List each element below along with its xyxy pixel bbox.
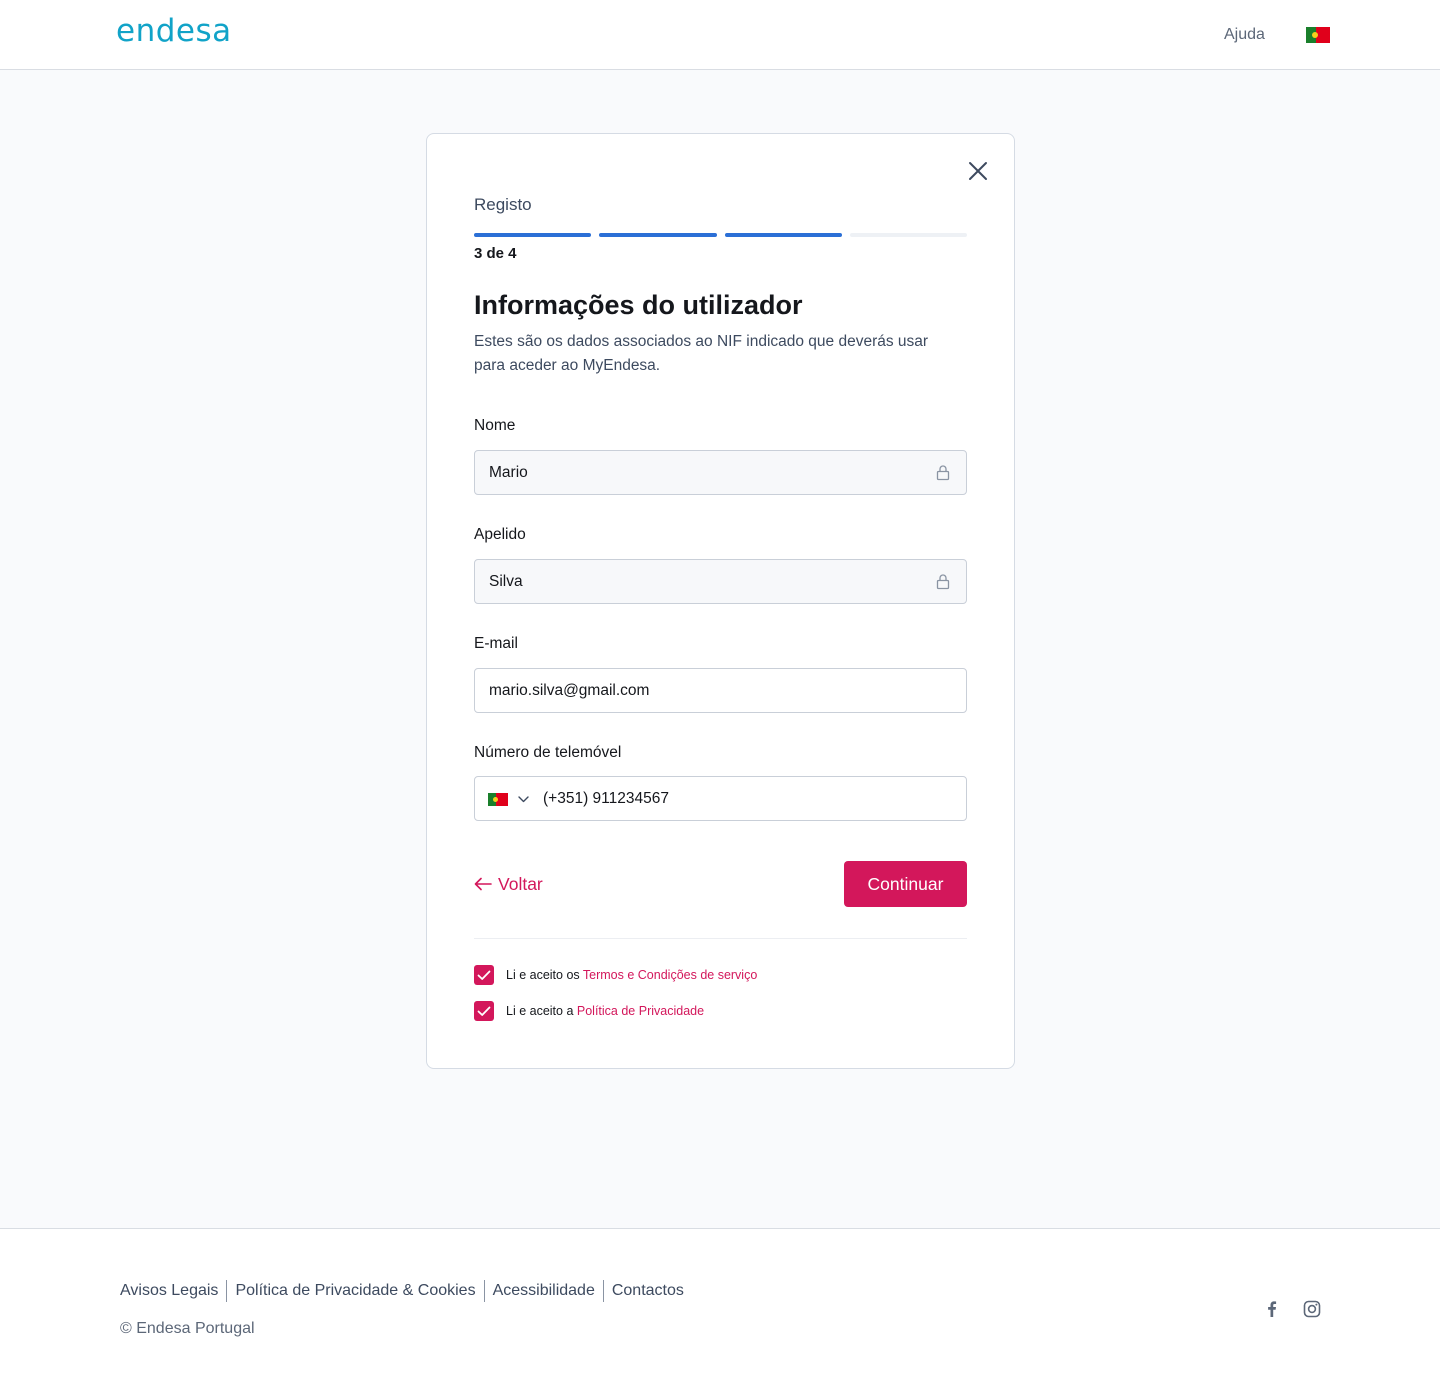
footer-link-legal[interactable]: Avisos Legais — [120, 1280, 218, 1302]
phone-field — [474, 776, 967, 821]
footer: Avisos Legais Política de Privacidade & … — [0, 1228, 1440, 1388]
form-description: Estes são os dados associados ao NIF ind… — [474, 333, 929, 374]
terms-prefix: Li e aceito os — [506, 968, 583, 982]
facebook-icon[interactable] — [1262, 1299, 1282, 1319]
copyright-text: © Endesa Portugal — [120, 1320, 255, 1337]
divider — [474, 938, 967, 939]
step-counter: 3 de 4 — [474, 245, 517, 262]
last-name-field — [474, 559, 967, 604]
terms-checkbox[interactable] — [474, 965, 494, 985]
privacy-text: Li e aceito a Política de Privacidade — [506, 1004, 704, 1018]
footer-link-accessibility[interactable]: Acessibilidade — [493, 1280, 595, 1302]
first-name-input[interactable] — [475, 451, 966, 494]
first-name-label: Nome — [474, 417, 516, 434]
arrow-left-icon — [474, 877, 492, 891]
privacy-consent-row: Li e aceito a Política de Privacidade — [474, 1001, 704, 1021]
lock-icon — [936, 574, 950, 590]
chevron-down-icon — [518, 795, 529, 802]
first-name-field — [474, 450, 967, 495]
footer-link-contacts[interactable]: Contactos — [612, 1280, 684, 1302]
email-input[interactable] — [475, 669, 966, 712]
email-field — [474, 668, 967, 713]
portugal-flag-icon — [488, 792, 508, 806]
footer-separator — [483, 1280, 485, 1302]
progress-segment-4 — [849, 233, 967, 237]
checkmark-icon — [477, 970, 491, 980]
terms-consent-row: Li e aceito os Termos e Condições de ser… — [474, 965, 757, 985]
last-name-input[interactable] — [475, 560, 966, 603]
checkmark-icon — [477, 1006, 491, 1016]
page-title: Informações do utilizador — [474, 290, 803, 320]
phone-label: Número de telemóvel — [474, 744, 622, 761]
close-icon[interactable] — [967, 160, 989, 182]
back-button[interactable]: Voltar — [474, 872, 543, 896]
email-label: E-mail — [474, 635, 518, 652]
progress-segment-1 — [474, 233, 592, 237]
continue-button[interactable]: Continuar — [844, 861, 967, 907]
back-button-label: Voltar — [498, 873, 543, 894]
footer-separator — [602, 1280, 604, 1302]
privacy-prefix: Li e aceito a — [506, 1004, 577, 1018]
country-code-selector[interactable] — [488, 791, 529, 807]
progress-bar — [474, 233, 967, 237]
help-link[interactable]: Ajuda — [1224, 25, 1265, 45]
terms-link[interactable]: Termos e Condições de serviço — [583, 968, 757, 982]
phone-input[interactable] — [475, 777, 966, 820]
footer-link-privacy-cookies[interactable]: Política de Privacidade & Cookies — [235, 1280, 475, 1302]
last-name-label: Apelido — [474, 526, 526, 543]
endesa-logo[interactable]: endesa — [116, 12, 232, 50]
privacy-checkbox[interactable] — [474, 1001, 494, 1021]
step-title: Registo — [474, 195, 532, 214]
footer-separator — [226, 1280, 228, 1302]
registration-card: Registo 3 de 4 Informações do utilizador… — [426, 133, 1015, 1069]
lock-icon — [936, 465, 950, 481]
portugal-flag-icon[interactable] — [1306, 27, 1330, 43]
terms-text: Li e aceito os Termos e Condições de ser… — [506, 968, 757, 982]
progress-segment-2 — [599, 233, 717, 237]
progress-segment-3 — [724, 233, 842, 237]
top-header: endesa Ajuda — [0, 0, 1440, 70]
instagram-icon[interactable] — [1302, 1299, 1322, 1319]
privacy-link[interactable]: Política de Privacidade — [577, 1004, 704, 1018]
footer-links: Avisos Legais Política de Privacidade & … — [120, 1280, 684, 1302]
